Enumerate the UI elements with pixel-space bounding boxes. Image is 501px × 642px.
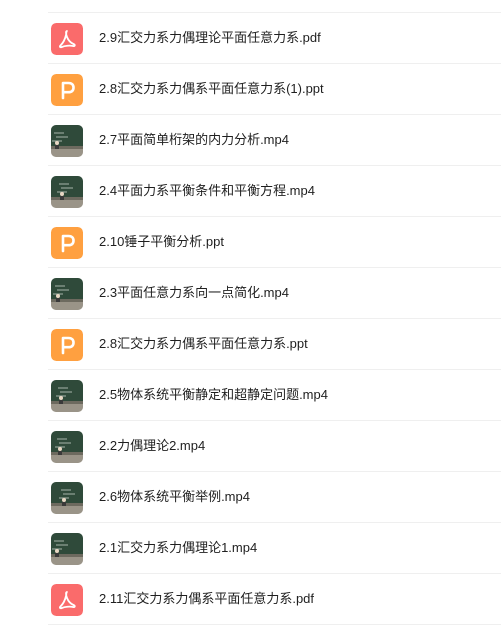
ppt-icon: [51, 74, 83, 106]
file-name[interactable]: 2.7平面简单桁架的内力分析.mp4: [99, 132, 289, 148]
video-thumbnail: [51, 278, 83, 310]
file-row[interactable]: 2.6物体系统平衡举例.mp4: [48, 472, 501, 523]
file-name[interactable]: 2.9汇交力系力偶理论平面任意力系.pdf: [99, 30, 321, 46]
file-row[interactable]: 2.8汇交力系力偶系平面任意力系.ppt: [48, 319, 501, 370]
file-row[interactable]: 2.9汇交力系力偶理论平面任意力系.pdf: [48, 13, 501, 64]
file-row[interactable]: 2.3平面任意力系向一点简化.mp4: [48, 268, 501, 319]
video-thumbnail: [51, 176, 83, 208]
file-row[interactable]: 2.2力偶理论2.mp4: [48, 421, 501, 472]
file-name[interactable]: 2.6物体系统平衡举例.mp4: [99, 489, 250, 505]
file-row[interactable]: 2.7平面简单桁架的内力分析.mp4: [48, 115, 501, 166]
file-list: 2.9汇交力系力偶理论平面任意力系.pdf 2.8汇交力系力偶系平面任意力系(1)…: [0, 0, 501, 642]
pdf-icon: [51, 584, 83, 616]
video-thumbnail: [51, 482, 83, 514]
file-row[interactable]: 2.10锤子平衡分析.ppt: [48, 217, 501, 268]
file-row[interactable]: 2.8汇交力系力偶系平面任意力系(1).ppt: [48, 64, 501, 115]
file-name[interactable]: 2.4平面力系平衡条件和平衡方程.mp4: [99, 183, 315, 199]
video-thumbnail: [51, 380, 83, 412]
file-name[interactable]: 2.11汇交力系力偶系平面任意力系.pdf: [99, 591, 314, 607]
video-thumbnail: [51, 533, 83, 565]
file-row[interactable]: 2.1汇交力系力偶理论1.mp4: [48, 523, 501, 574]
video-thumbnail: [51, 125, 83, 157]
file-name[interactable]: 2.3平面任意力系向一点简化.mp4: [99, 285, 289, 301]
file-name[interactable]: 2.10锤子平衡分析.ppt: [99, 234, 224, 250]
file-name[interactable]: 2.8汇交力系力偶系平面任意力系(1).ppt: [99, 81, 324, 97]
file-row[interactable]: 2.5物体系统平衡静定和超静定问题.mp4: [48, 370, 501, 421]
video-thumbnail: [51, 431, 83, 463]
pdf-icon: [51, 23, 83, 55]
file-name[interactable]: 2.2力偶理论2.mp4: [99, 438, 205, 454]
file-row[interactable]: 2.4平面力系平衡条件和平衡方程.mp4: [48, 166, 501, 217]
file-name[interactable]: 2.8汇交力系力偶系平面任意力系.ppt: [99, 336, 308, 352]
ppt-icon: [51, 227, 83, 259]
file-name[interactable]: 2.5物体系统平衡静定和超静定问题.mp4: [99, 387, 328, 403]
file-row[interactable]: 2.11汇交力系力偶系平面任意力系.pdf: [48, 574, 501, 625]
ppt-icon: [51, 329, 83, 361]
file-name[interactable]: 2.1汇交力系力偶理论1.mp4: [99, 540, 257, 556]
